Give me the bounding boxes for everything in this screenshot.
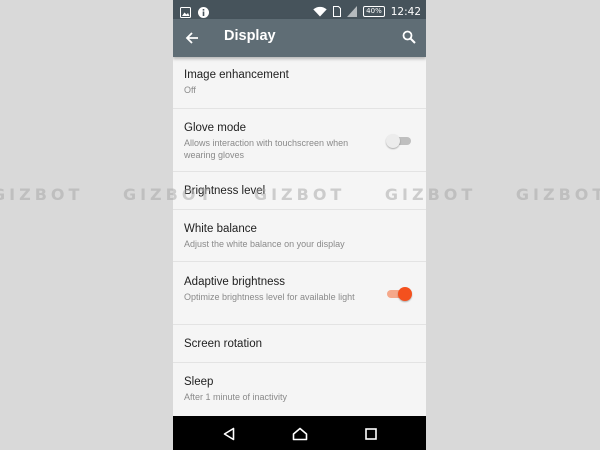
setting-white-balance[interactable]: White balance Adjust the white balance o… xyxy=(173,210,426,262)
setting-title: White balance xyxy=(184,223,257,235)
glove-mode-toggle[interactable] xyxy=(386,133,412,148)
search-icon[interactable] xyxy=(402,29,416,48)
setting-adaptive-brightness[interactable]: Adaptive brightness Optimize brightness … xyxy=(173,262,426,325)
status-bar: 40% 12:42 xyxy=(173,0,426,19)
home-icon[interactable] xyxy=(292,426,308,445)
setting-title: Screen rotation xyxy=(184,338,262,350)
setting-title: Adaptive brightness xyxy=(184,276,286,288)
setting-summary: Allows interaction with touchscreen when… xyxy=(184,138,349,160)
page-title: Display xyxy=(224,28,276,44)
setting-summary: Optimize brightness level for available … xyxy=(184,292,355,302)
battery-icon: 40% xyxy=(363,6,385,17)
toggle-thumb xyxy=(398,286,412,301)
settings-list: Image enhancement Off Glove mode Allows … xyxy=(173,57,426,416)
clock: 12:42 xyxy=(390,5,421,18)
setting-sleep[interactable]: Sleep After 1 minute of inactivity xyxy=(173,363,426,416)
adaptive-brightness-toggle[interactable] xyxy=(386,286,412,301)
setting-screen-rotation[interactable]: Screen rotation xyxy=(173,325,426,363)
setting-summary: Adjust the white balance on your display xyxy=(184,239,345,249)
setting-title: Image enhancement xyxy=(184,69,289,81)
navigation-bar xyxy=(173,416,426,450)
recents-icon[interactable] xyxy=(365,426,377,445)
setting-title: Sleep xyxy=(184,376,214,388)
phone-screen: 40% 12:42 Display Image enhancement Off … xyxy=(173,0,426,450)
setting-image-enhancement[interactable]: Image enhancement Off xyxy=(173,57,426,109)
back-arrow-icon[interactable] xyxy=(185,30,199,49)
setting-glove-mode[interactable]: Glove mode Allows interaction with touch… xyxy=(173,109,426,172)
setting-summary: Off xyxy=(184,85,196,95)
setting-summary: After 1 minute of inactivity xyxy=(184,392,288,402)
setting-brightness-level[interactable]: Brightness level xyxy=(173,172,426,210)
back-triangle-icon[interactable] xyxy=(223,426,235,445)
setting-title: Brightness level xyxy=(184,185,266,197)
app-bar: Display xyxy=(173,19,426,57)
toggle-thumb xyxy=(386,133,400,148)
setting-title: Glove mode xyxy=(184,122,247,134)
